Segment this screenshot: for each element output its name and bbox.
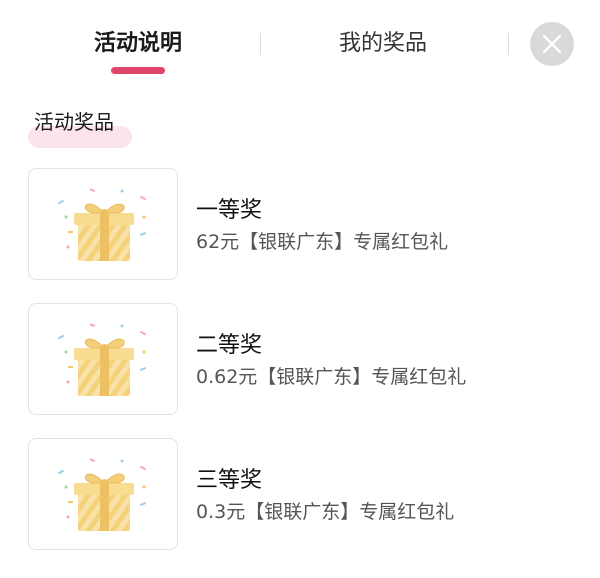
prize-name: 二等奖 [196, 333, 263, 358]
tab-bar: 活动说明 我的奖品 [0, 0, 600, 90]
gift-box-icon [57, 458, 147, 531]
section-header: 活动奖品 [28, 104, 132, 148]
close-icon [542, 34, 562, 54]
active-tab-indicator [111, 67, 165, 74]
prize-card: 三等奖 0.3元【银联广东】专属红包礼 [28, 438, 548, 550]
prize-description: 0.3元【银联广东】专属红包礼 [196, 501, 455, 523]
close-button[interactable] [530, 22, 574, 66]
tab-activity-description[interactable]: 活动说明 [60, 26, 216, 66]
prize-thumbnail [28, 303, 178, 415]
prize-name: 一等奖 [196, 198, 263, 223]
gift-box-icon [57, 188, 147, 261]
prize-description: 0.62元【银联广东】专属红包礼 [196, 366, 467, 388]
tab-divider [260, 33, 261, 55]
section-title: 活动奖品 [34, 110, 114, 134]
tab-divider [508, 33, 509, 55]
prize-description: 62元【银联广东】专属红包礼 [196, 231, 449, 253]
prize-card: 二等奖 0.62元【银联广东】专属红包礼 [28, 303, 548, 415]
prize-thumbnail [28, 168, 178, 280]
prize-name: 三等奖 [196, 468, 263, 493]
tab-my-prizes[interactable]: 我的奖品 [300, 26, 466, 66]
prize-thumbnail [28, 438, 178, 550]
prize-card: 一等奖 62元【银联广东】专属红包礼 [28, 168, 548, 280]
gift-box-icon [57, 323, 147, 396]
